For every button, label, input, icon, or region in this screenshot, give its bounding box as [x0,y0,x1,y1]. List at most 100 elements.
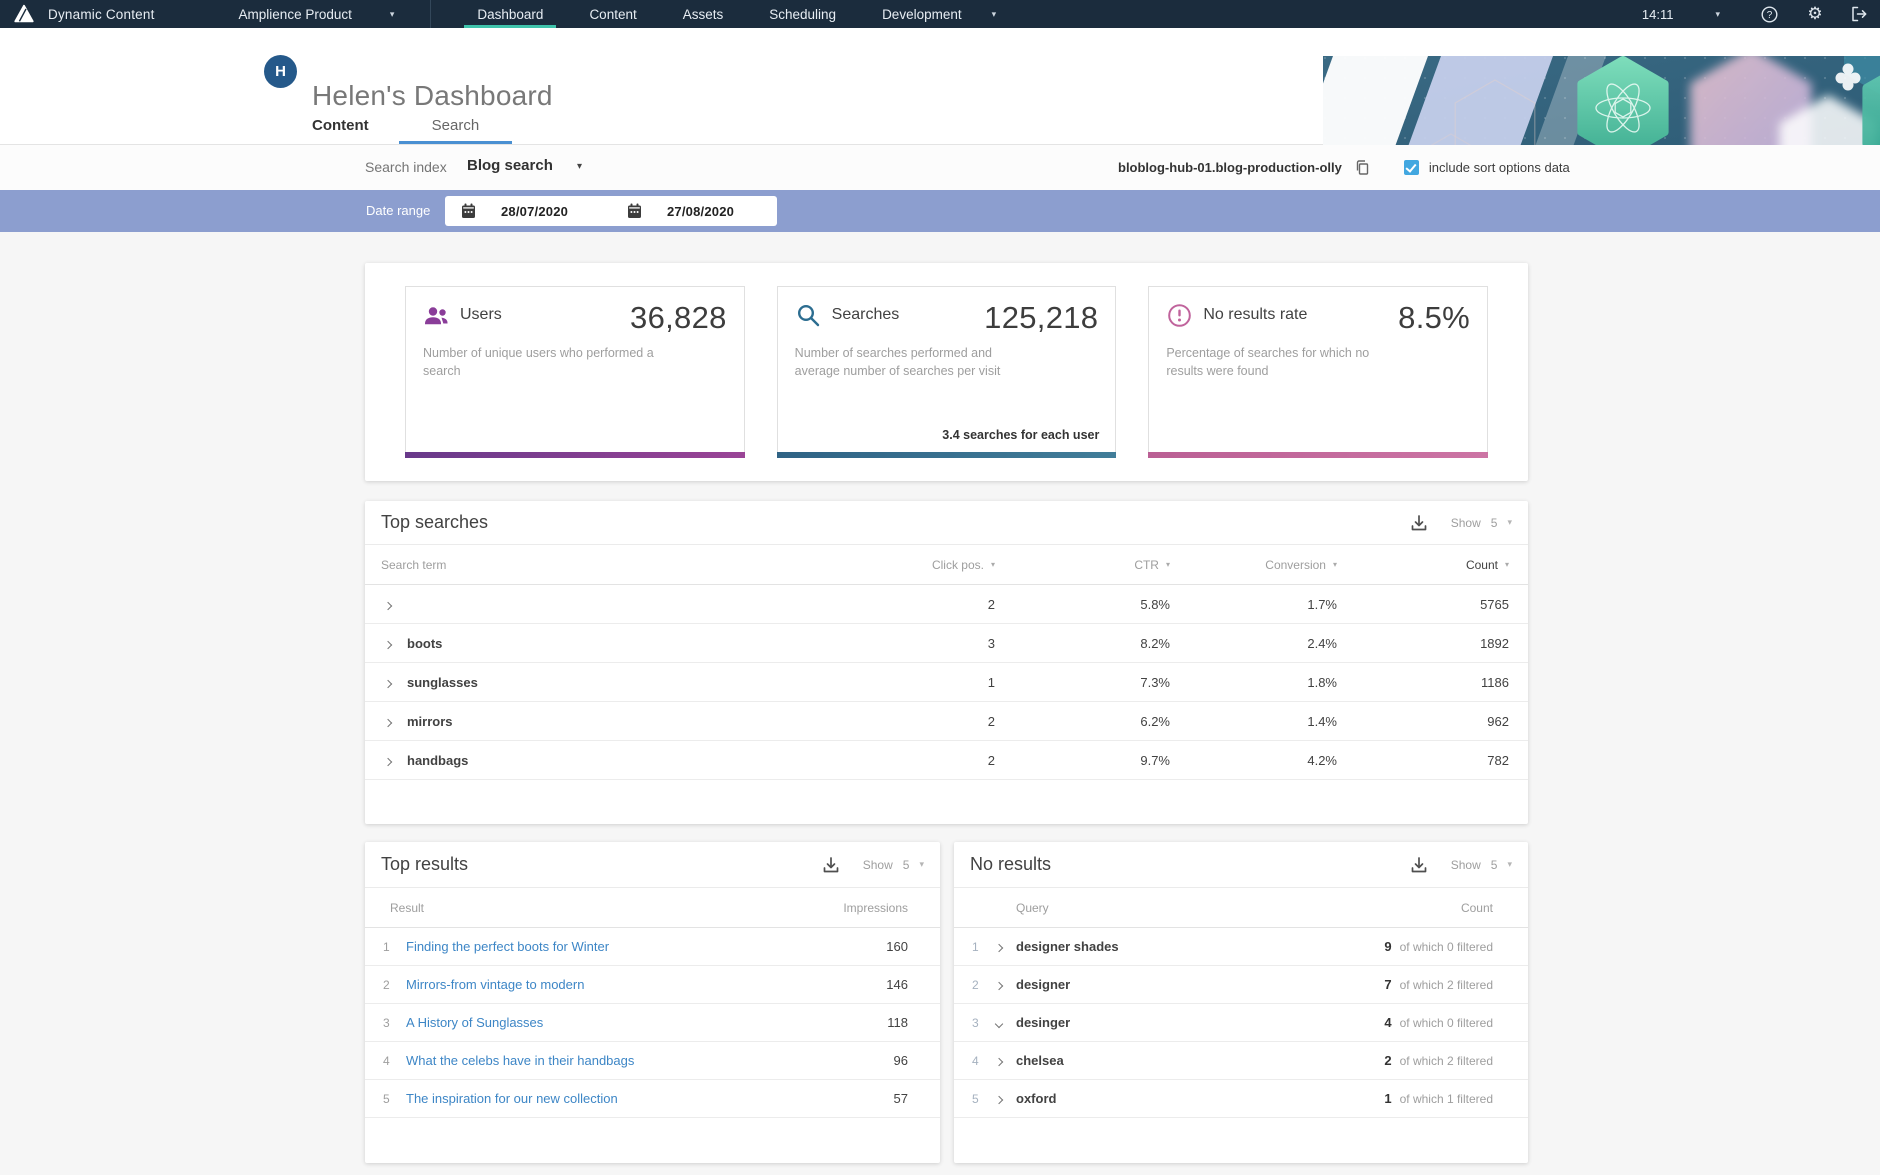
top-searches-panel: Top searches Show 5 ▾ Search term Click … [365,501,1528,824]
column-count[interactable]: Count▾ [1337,558,1509,572]
show-value[interactable]: 5 [1491,516,1498,530]
count-value: 1892 [1337,636,1509,651]
nav-item-scheduling[interactable]: Scheduling [769,0,836,28]
result-link[interactable]: Finding the perfect boots for Winter [406,939,609,954]
nav-item-dashboard[interactable]: Dashboard [477,0,543,28]
query-term: designer shades [1016,939,1384,954]
chevron-right-icon[interactable] [995,982,1003,990]
conversion-value: 4.2% [1170,753,1337,768]
chevron-right-icon[interactable] [995,1096,1003,1104]
tab-search[interactable]: Search [399,106,513,144]
date-from-value[interactable]: 28/07/2020 [501,204,568,219]
chevron-down-icon[interactable]: ▾ [1507,517,1512,528]
search-term: mirrors [407,714,829,729]
chevron-right-icon[interactable] [995,944,1003,952]
table-row[interactable]: 4 chelsea 2 of which 2 filtered [954,1042,1528,1080]
table-row[interactable]: sunglasses 1 7.3% 1.8% 1186 [365,663,1528,702]
table-row[interactable]: handbags 2 9.7% 4.2% 782 [365,741,1528,780]
chevron-right-icon[interactable] [384,601,392,609]
column-click-pos[interactable]: Click pos.▾ [829,558,995,572]
stat-accent-bar [405,452,745,458]
copy-icon[interactable] [1354,159,1370,176]
download-icon[interactable] [1409,855,1429,875]
chevron-right-icon[interactable] [384,757,392,765]
table-row[interactable]: 3 desinger 4 of which 0 filtered [954,1004,1528,1042]
table-row[interactable]: 5 oxford 1 of which 1 filtered [954,1080,1528,1118]
show-value[interactable]: 5 [1491,858,1498,872]
chevron-down-icon[interactable]: ▾ [919,859,924,870]
rank: 5 [972,1092,992,1106]
nav-divider [430,0,431,28]
chevron-down-icon[interactable]: ▾ [992,9,997,20]
table-row: 2 Mirrors-from vintage to modern 146 [365,966,940,1004]
sort-options-checkbox-label[interactable]: include sort options data [1429,160,1570,175]
search-term: boots [407,636,829,651]
chevron-down-icon[interactable] [995,1020,1003,1028]
table-row[interactable]: 2 5.8% 1.7% 5765 [365,585,1528,624]
table-row[interactable]: mirrors 2 6.2% 1.4% 962 [365,702,1528,741]
date-from-field[interactable]: 28/07/2020 [445,203,611,219]
nav-item-content[interactable]: Content [589,0,636,28]
sort-options-checkbox[interactable] [1404,160,1419,175]
chevron-right-icon[interactable] [995,1058,1003,1066]
app-title: Dynamic Content [48,7,155,22]
chevron-right-icon[interactable] [384,640,392,648]
show-value[interactable]: 5 [903,858,910,872]
result-link[interactable]: Mirrors-from vintage to modern [406,977,584,992]
search-term: sunglasses [407,675,829,690]
rank: 1 [972,940,992,954]
amplience-logo-icon[interactable] [13,3,35,25]
count-value: 5765 [1337,597,1509,612]
count-value: 9 [1384,939,1391,954]
chevron-down-icon[interactable]: ▾ [1715,9,1720,20]
rank: 4 [972,1054,992,1068]
rank: 1 [383,940,399,954]
chevron-down-icon[interactable]: ▾ [577,161,582,172]
date-to-field[interactable]: 27/08/2020 [611,203,777,219]
search-index-select[interactable]: Blog search [467,157,553,174]
gear-icon[interactable]: ⚙ [1806,5,1824,23]
help-icon[interactable]: ? [1760,5,1778,23]
chevron-down-icon[interactable]: ▾ [1507,859,1512,870]
impressions-value: 118 [887,1015,908,1030]
chevron-right-icon[interactable] [384,718,392,726]
ctr-value: 5.8% [995,597,1170,612]
column-search-term[interactable]: Search term [381,558,829,572]
ctr-value: 7.3% [995,675,1170,690]
error-icon [1166,302,1193,329]
stat-card-no-results-rate: No results rate 8.5% Percentage of searc… [1148,286,1488,458]
stat-card-searches: Searches 125,218 Number of searches perf… [777,286,1117,458]
table-row[interactable]: 2 designer 7 of which 2 filtered [954,966,1528,1004]
result-link[interactable]: What the celebs have in their handbags [406,1053,634,1068]
filtered-note: of which 2 filtered [1400,978,1493,992]
product-menu-label: Amplience Product [239,7,352,22]
table-row: 5 The inspiration for our new collection… [365,1080,940,1118]
nav-item-development[interactable]: Development [882,0,962,28]
table-row[interactable]: 1 designer shades 9 of which 0 filtered [954,928,1528,966]
svg-text:?: ? [1766,10,1772,21]
stat-value: 8.5% [1398,302,1470,335]
filtered-note: of which 0 filtered [1400,940,1493,954]
logout-icon[interactable] [1850,5,1868,23]
conversion-value: 2.4% [1170,636,1337,651]
product-menu[interactable]: Amplience Product ▾ [239,7,395,22]
date-to-value[interactable]: 27/08/2020 [667,204,734,219]
impressions-value: 96 [894,1053,908,1068]
stats-panel: Users 36,828 Number of unique users who … [365,263,1528,481]
stat-value: 125,218 [984,302,1098,335]
result-link[interactable]: The inspiration for our new collection [406,1091,618,1106]
download-icon[interactable] [821,855,841,875]
table-row: 3 A History of Sunglasses 118 [365,1004,940,1042]
column-result: Result [390,901,424,915]
query-term: desinger [1016,1015,1384,1030]
nav-item-assets[interactable]: Assets [683,0,724,28]
result-link[interactable]: A History of Sunglasses [406,1015,543,1030]
stat-card-users: Users 36,828 Number of unique users who … [405,286,745,458]
stat-description: Number of searches performed and average… [795,344,1030,380]
chevron-right-icon[interactable] [384,679,392,687]
column-conversion[interactable]: Conversion▾ [1170,558,1337,572]
table-row[interactable]: boots 3 8.2% 2.4% 1892 [365,624,1528,663]
tab-content[interactable]: Content [296,106,385,144]
download-icon[interactable] [1409,513,1429,533]
column-ctr[interactable]: CTR▾ [995,558,1170,572]
